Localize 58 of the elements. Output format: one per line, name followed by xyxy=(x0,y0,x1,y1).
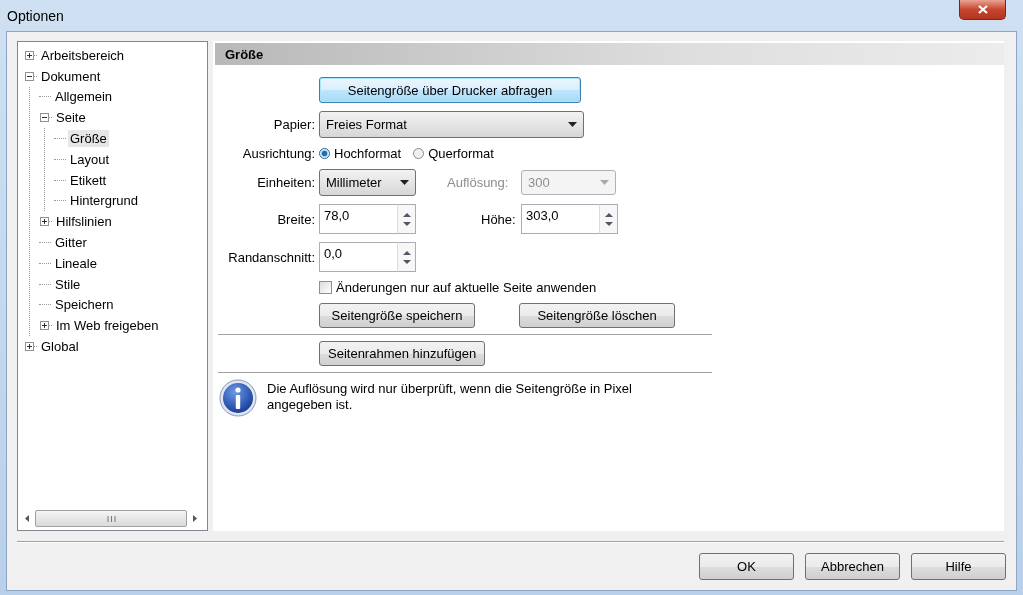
caret-icon xyxy=(568,122,577,127)
tree-item[interactable]: Arbeitsbereich xyxy=(39,46,127,64)
paper-dropdown[interactable]: Freies Format xyxy=(319,111,584,138)
dialog-button[interactable]: Hilfe xyxy=(911,553,1006,580)
tree-item[interactable]: Gitter xyxy=(53,234,89,252)
tree-item[interactable]: Seite xyxy=(54,109,88,127)
scroll-right-icon[interactable] xyxy=(193,515,197,522)
tree-item[interactable]: Lineale xyxy=(53,254,99,272)
printer-size-button[interactable]: Seitengröße über Drucker abfragen xyxy=(319,77,581,103)
tree-item[interactable]: Hilfslinien xyxy=(54,213,114,231)
info-text: Die Auflösung wird nur überprüft, wenn die Seitengröße in Pixel angegeben ist. xyxy=(267,381,633,413)
caret-icon xyxy=(400,180,409,185)
tree-item[interactable]: Hintergrund xyxy=(68,192,140,210)
window-title: Optionen xyxy=(7,7,64,24)
width-label: Breite: xyxy=(277,211,315,227)
spinner-arrows[interactable] xyxy=(397,204,416,234)
grip-icon xyxy=(106,515,116,522)
expand-icon[interactable] xyxy=(40,217,49,227)
resolution-label: Auflösung: xyxy=(447,175,510,190)
height-label: Höhe: xyxy=(481,211,517,227)
delete-size-button[interactable]: Seitengröße löschen xyxy=(519,303,675,328)
tree-item[interactable]: Allgemein xyxy=(53,88,115,106)
tree-item[interactable]: Stile xyxy=(53,275,83,293)
orientation-label: Ausrichtung: xyxy=(242,146,315,161)
units-label: Einheiten: xyxy=(257,175,315,190)
expand-icon[interactable] xyxy=(40,321,49,331)
expand-icon[interactable] xyxy=(25,50,34,60)
units-dropdown[interactable]: Millimeter xyxy=(319,169,416,196)
expand-icon[interactable] xyxy=(25,342,34,352)
tree-item[interactable]: Im Web freigeben xyxy=(54,317,161,335)
collapse-icon[interactable] xyxy=(25,71,34,81)
spinner-arrows[interactable] xyxy=(599,204,618,234)
radio-option[interactable]: Querformat xyxy=(413,146,494,161)
tree-item[interactable]: Größe xyxy=(68,130,109,148)
scroll-left-icon[interactable] xyxy=(25,515,29,522)
radio-option[interactable]: Hochformat xyxy=(319,146,402,161)
section-title: Größe xyxy=(225,46,264,62)
height-field[interactable]: 303,0 xyxy=(521,204,599,234)
tree-item[interactable]: Dokument xyxy=(39,67,103,85)
tree-item[interactable]: Global xyxy=(39,338,81,356)
close-button[interactable] xyxy=(959,0,1006,20)
info-icon xyxy=(219,379,257,417)
dialog-button[interactable]: OK xyxy=(699,553,794,580)
tree-item[interactable]: Etikett xyxy=(68,171,109,189)
spinner-arrows[interactable] xyxy=(397,242,416,272)
tree-item[interactable]: Layout xyxy=(68,150,112,168)
add-frame-button[interactable]: Seitenrahmen hinzufügen xyxy=(319,341,486,366)
caret-icon xyxy=(600,180,609,185)
collapse-icon[interactable] xyxy=(40,113,49,123)
close-icon xyxy=(977,5,988,14)
paper-label: Papier: xyxy=(273,117,315,132)
bleed-label: Randanschnitt: xyxy=(228,249,315,265)
tree-item[interactable]: Speichern xyxy=(53,296,116,314)
current-page-checkbox[interactable]: Änderungen nur auf aktuelle Seite anwenden xyxy=(319,280,597,295)
dialog-button[interactable]: Abbrechen xyxy=(805,553,900,580)
bleed-field[interactable]: 0,0 xyxy=(319,242,397,272)
save-size-button[interactable]: Seitengröße speichern xyxy=(319,303,475,328)
width-field[interactable]: 78,0 xyxy=(319,204,397,234)
